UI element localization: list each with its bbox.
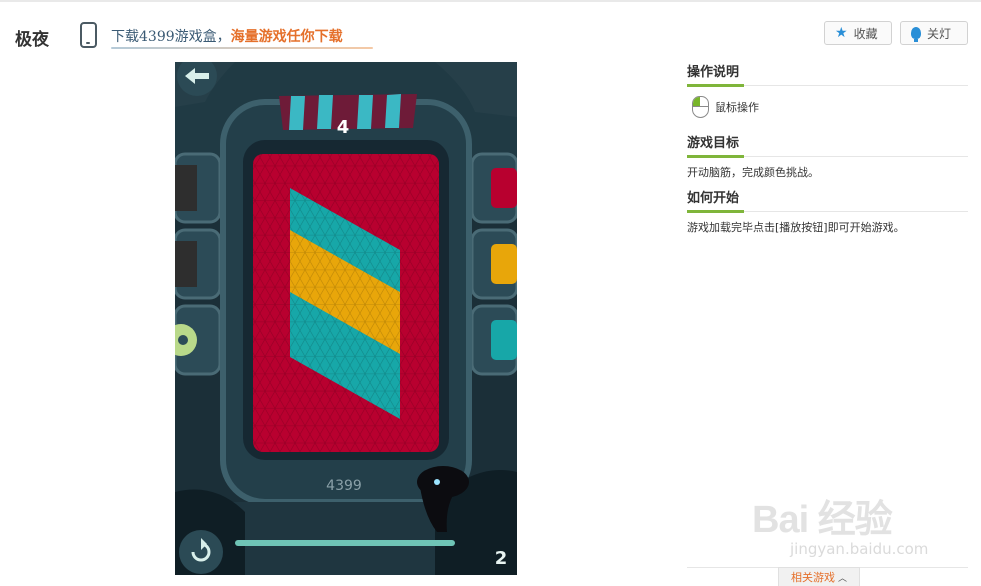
moves-counter: 2 xyxy=(495,548,508,569)
start-heading: 如何开始 xyxy=(687,187,968,213)
promo-underline xyxy=(111,47,373,49)
promo-text-2: 海量游戏任你下载 xyxy=(230,29,343,45)
promo-text-1: 下载4399游戏盒， xyxy=(111,29,231,45)
progress-bar xyxy=(235,540,455,546)
top-border xyxy=(0,0,981,2)
start-text: 游戏加载完毕点击[播放按钮]即可开始游戏。 xyxy=(687,221,905,234)
color-swatch-teal[interactable] xyxy=(491,320,517,360)
lights-off-button[interactable]: 关灯 xyxy=(900,21,968,45)
controls-text: 鼠标操作 xyxy=(715,101,759,114)
goal-heading: 游戏目标 xyxy=(687,132,968,158)
mouse-icon xyxy=(692,96,709,118)
chevron-up-icon: ︿ xyxy=(837,573,847,584)
favorite-button[interactable]: ★ 收藏 xyxy=(824,21,892,45)
favorite-label: 收藏 xyxy=(853,26,878,41)
color-swatch-red[interactable] xyxy=(491,168,517,208)
download-promo-link[interactable]: 下载4399游戏盒，海量游戏任你下载 xyxy=(111,26,343,46)
bulb-icon xyxy=(911,27,921,42)
game-scene: 4 4399 2 xyxy=(175,62,517,575)
controls-heading: 操作说明 xyxy=(687,61,968,87)
related-games-label: 相关游戏 xyxy=(790,571,835,584)
level-number: 4 xyxy=(337,117,350,138)
baidu-watermark-url: jingyan.baidu.com xyxy=(790,540,929,558)
goal-text: 开动脑筋，完成颜色挑战。 xyxy=(687,166,819,179)
game-canvas[interactable]: 4 4399 2 xyxy=(175,62,517,575)
lights-off-label: 关灯 xyxy=(927,26,952,41)
star-icon: ★ xyxy=(835,25,848,41)
phone-icon[interactable] xyxy=(80,22,97,48)
game-title: 极夜 xyxy=(15,30,49,50)
restart-icon[interactable] xyxy=(179,530,223,574)
color-swatch-yellow[interactable] xyxy=(491,244,517,284)
brand-4399: 4399 xyxy=(326,478,362,494)
related-games-tab[interactable]: 相关游戏 ︿ xyxy=(778,567,860,586)
baidu-watermark-logo: Bai 经验 xyxy=(752,499,893,541)
